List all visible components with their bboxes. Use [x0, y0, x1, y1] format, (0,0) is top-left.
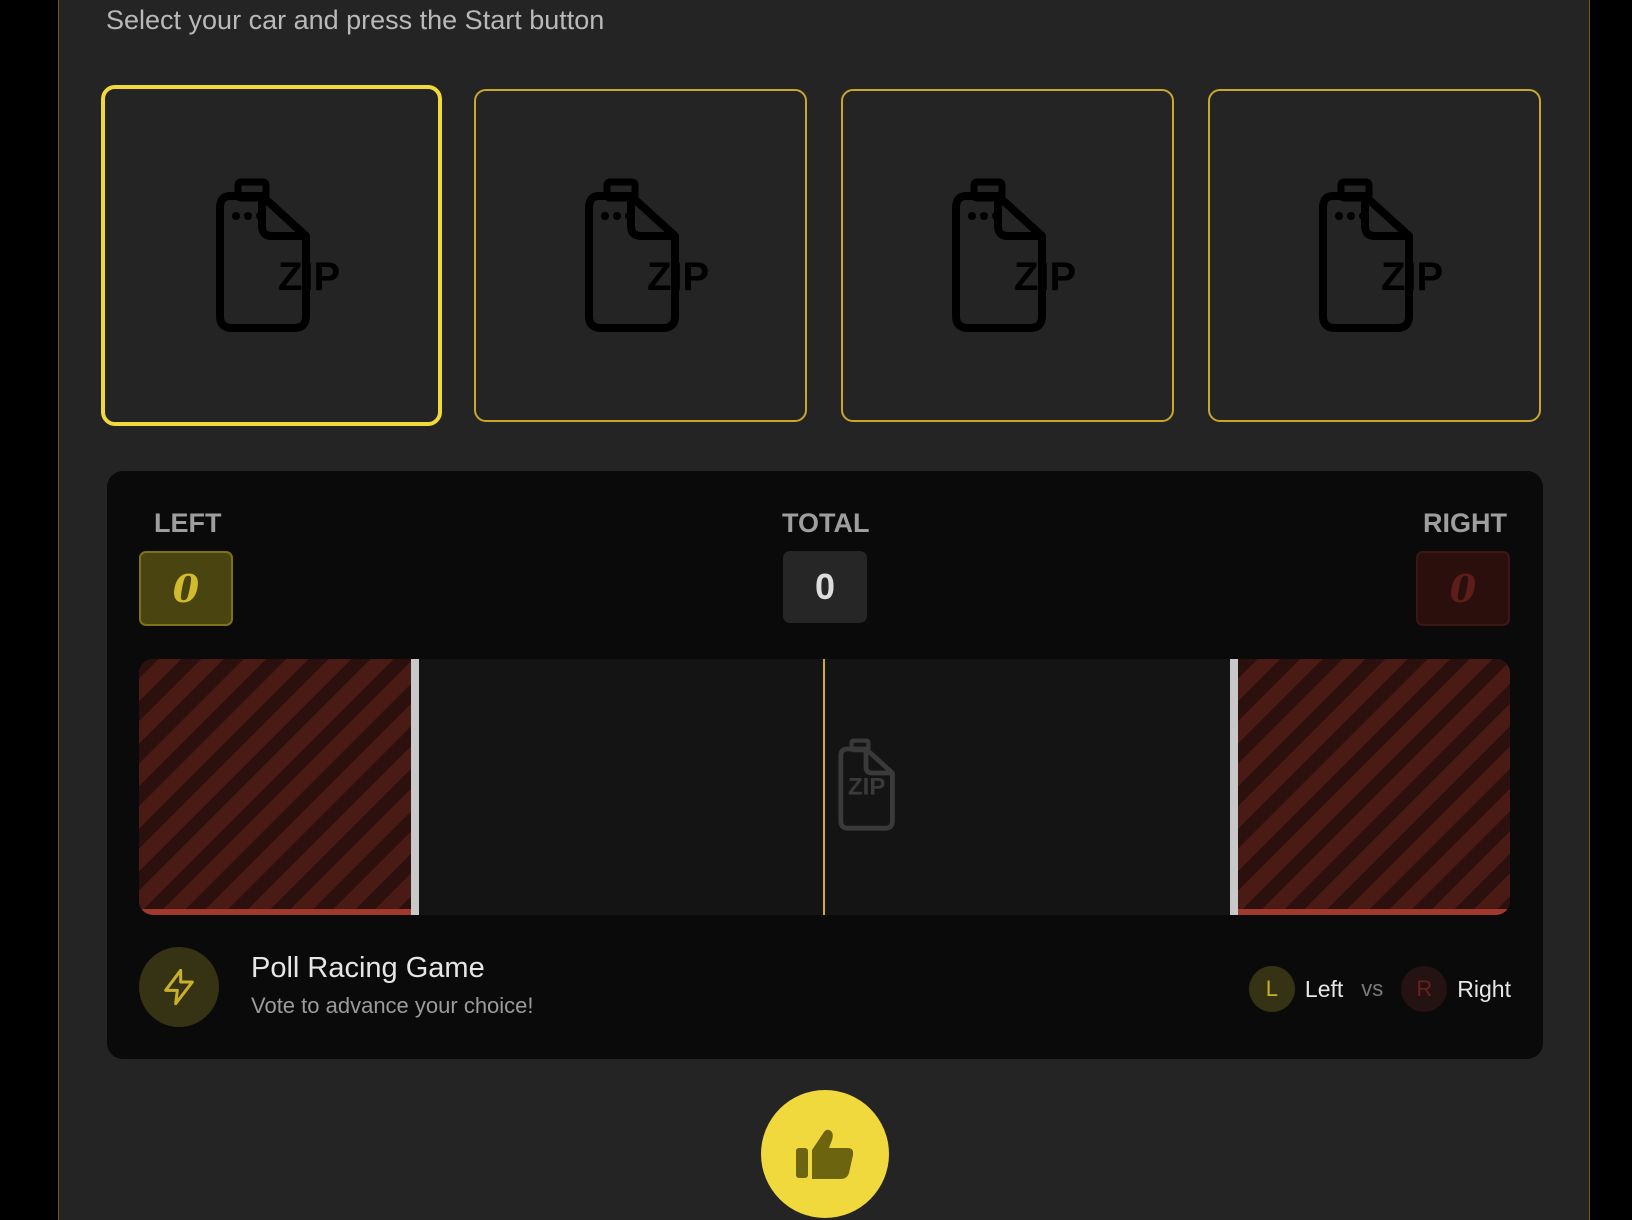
car-badge: ZIP — [1014, 255, 1076, 299]
right-team-label: Right — [1457, 975, 1511, 1002]
left-finish-line — [411, 659, 419, 915]
race-track: ZIP — [139, 659, 1510, 915]
car-badge: ZIP — [647, 255, 709, 299]
right-team-chip: R — [1401, 966, 1448, 1012]
total-score-label: TOTAL — [782, 508, 870, 538]
car-option-1[interactable]: ZIP — [101, 85, 442, 426]
car-badge: ZIP — [278, 255, 340, 299]
car-badge: ZIP — [1381, 255, 1443, 299]
center-line — [823, 659, 825, 915]
car-option-2[interactable]: ZIP — [474, 89, 807, 422]
instruction-text: Select your car and press the Start butt… — [106, 5, 605, 35]
game-subtitle: Vote to advance your choice! — [251, 993, 534, 1018]
zip-file-icon: ZIP — [838, 738, 895, 831]
zip-file-icon: ZIP — [1318, 178, 1443, 332]
car-option-3[interactable]: ZIP — [841, 89, 1174, 422]
left-team-chip: L — [1248, 966, 1295, 1012]
left-score-value: 0 — [139, 551, 233, 626]
zip-file-icon: ZIP — [215, 178, 340, 332]
race-car: ZIP — [827, 737, 917, 833]
game-title: Poll Racing Game — [251, 952, 485, 984]
right-finish-zone — [1238, 659, 1510, 915]
right-finish-line — [1230, 659, 1238, 915]
left-finish-zone — [139, 659, 411, 915]
race-game-panel: LEFT TOTAL RIGHT 0 0 0 ZIP Poll Racing G… — [107, 471, 1543, 1059]
left-score-label: LEFT — [154, 508, 222, 538]
total-score-value: 0 — [783, 551, 867, 623]
zip-file-icon: ZIP — [584, 178, 709, 332]
right-score-value: 0 — [1416, 551, 1510, 626]
right-score-label: RIGHT — [1423, 508, 1507, 538]
versus-label: vs — [1361, 976, 1384, 1001]
vote-button[interactable] — [761, 1090, 889, 1218]
zip-file-icon: ZIP — [951, 178, 1076, 332]
team-legend: L Left vs R Right — [1248, 965, 1511, 1013]
left-team-label: Left — [1304, 975, 1344, 1002]
game-badge — [139, 947, 219, 1027]
thumbs-up-icon — [796, 1129, 854, 1179]
lightning-bolt-icon — [164, 968, 194, 1006]
race-car-badge: ZIP — [848, 774, 885, 801]
car-option-4[interactable]: ZIP — [1208, 89, 1541, 422]
